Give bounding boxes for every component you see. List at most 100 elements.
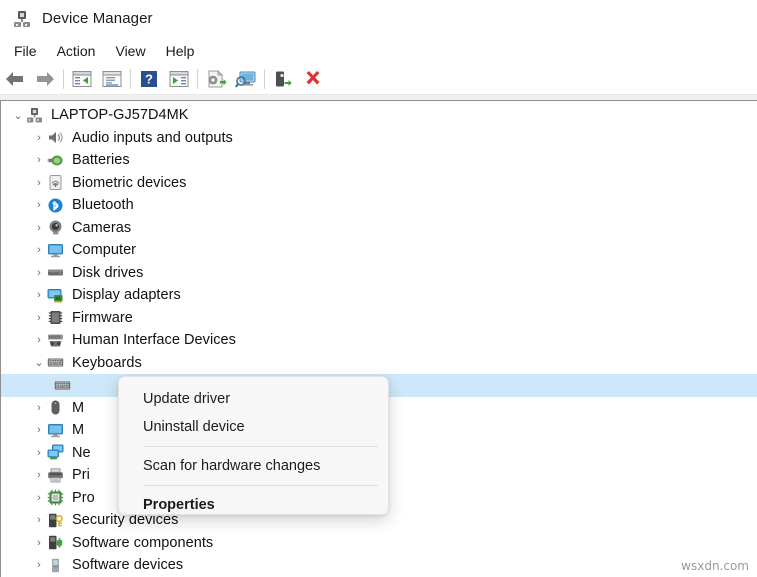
computer-root-icon (25, 106, 43, 124)
tree-item-label: Display adapters (72, 287, 181, 303)
chevron-right-icon[interactable]: › (32, 172, 46, 194)
chevron-right-icon[interactable]: › (32, 127, 46, 149)
monitor-icon (46, 421, 64, 439)
chevron-down-icon[interactable]: ⌄ (11, 104, 25, 126)
tree-item-label: Pri (72, 467, 90, 483)
tree-item-firmware[interactable]: › Firmware (1, 307, 757, 330)
tree-item-label: Software components (72, 535, 213, 551)
tree-item-disk-drives[interactable]: › Disk drives (1, 262, 757, 285)
tree-item-hid[interactable]: › Human Interface Devices (1, 329, 757, 352)
tree-item-keyboards[interactable]: ⌄ Keyboards (1, 352, 757, 375)
toolbar-separator-4 (264, 69, 265, 89)
tree-item-label: Ne (72, 445, 91, 461)
tree-item-label: Keyboards (72, 355, 142, 371)
hid-icon (46, 331, 64, 349)
tree-item-label: Disk drives (72, 265, 143, 281)
ctx-update-driver[interactable]: Update driver (119, 385, 388, 413)
toolbar-separator-1 (63, 69, 64, 89)
chevron-down-icon[interactable]: ⌄ (32, 352, 46, 374)
chevron-right-icon[interactable]: › (32, 442, 46, 464)
speaker-icon (46, 129, 64, 147)
menu-bar: File Action View Help (0, 37, 757, 64)
window-title: Device Manager (42, 10, 153, 27)
camera-icon (46, 219, 64, 237)
tree-root-label: LAPTOP-GJ57D4MK (51, 107, 188, 123)
tree-item-audio[interactable]: › Audio inputs and outputs (1, 127, 757, 150)
tree-item-biometric[interactable]: › Biometric devices (1, 172, 757, 195)
back-icon[interactable] (0, 66, 30, 92)
chevron-right-icon[interactable]: › (32, 419, 46, 441)
tree-item-label: Human Interface Devices (72, 332, 236, 348)
show-hide-action-pane-icon[interactable] (164, 66, 194, 92)
menu-file[interactable]: File (4, 40, 47, 62)
toolbar-separator-3 (197, 69, 198, 89)
help-icon[interactable]: ? (134, 66, 164, 92)
menu-action[interactable]: Action (47, 40, 106, 62)
tree-item-label: Cameras (72, 220, 131, 236)
mouse-icon (46, 399, 64, 417)
tree-item-label: Batteries (72, 152, 130, 168)
tree-item-software-devices[interactable]: › Software devices (1, 554, 757, 577)
tree-item-label: Software devices (72, 557, 183, 573)
chevron-right-icon[interactable]: › (32, 487, 46, 509)
chevron-right-icon[interactable]: › (32, 262, 46, 284)
display-adapter-icon (46, 286, 64, 304)
update-driver-icon[interactable] (201, 66, 231, 92)
tree-item-label: Audio inputs and outputs (72, 130, 233, 146)
tree-item-label: Bluetooth (72, 197, 134, 213)
disk-drive-icon (46, 264, 64, 282)
svg-text:?: ? (145, 72, 153, 87)
monitor-icon (46, 241, 64, 259)
network-adapter-icon (46, 444, 64, 462)
security-device-icon (46, 511, 64, 529)
toolbar-separator-2 (130, 69, 131, 89)
chevron-right-icon[interactable]: › (32, 284, 46, 306)
tree-item-computer[interactable]: › Computer (1, 239, 757, 262)
ctx-properties[interactable]: Properties (119, 491, 388, 515)
ctx-scan-hardware-changes[interactable]: Scan for hardware changes (119, 452, 388, 480)
tree-item-label: M (72, 400, 84, 416)
battery-icon (46, 151, 64, 169)
context-menu[interactable]: Update driver Uninstall device Scan for … (118, 376, 389, 515)
show-hide-console-tree-icon[interactable] (67, 66, 97, 92)
uninstall-device-icon[interactable] (298, 66, 328, 92)
tree-item-cameras[interactable]: › Cameras (1, 217, 757, 240)
tree-root-row[interactable]: ⌄ LAPTOP-GJ57D4MK (1, 104, 757, 127)
chevron-right-icon[interactable]: › (32, 554, 46, 576)
chevron-right-icon[interactable]: › (32, 509, 46, 531)
scan-hardware-changes-icon[interactable] (231, 66, 261, 92)
chevron-right-icon[interactable]: › (32, 329, 46, 351)
tree-item-software-components[interactable]: › Software components (1, 532, 757, 555)
chevron-right-icon[interactable]: › (32, 397, 46, 419)
keyboard-icon (46, 354, 64, 372)
chevron-right-icon[interactable]: › (32, 464, 46, 486)
chevron-right-icon[interactable]: › (32, 532, 46, 554)
properties-icon[interactable] (97, 66, 127, 92)
processor-icon (46, 489, 64, 507)
tree-item-batteries[interactable]: › Batteries (1, 149, 757, 172)
enable-device-icon[interactable] (268, 66, 298, 92)
ctx-uninstall-device[interactable]: Uninstall device (119, 413, 388, 441)
software-component-icon (46, 534, 64, 552)
menu-help[interactable]: Help (156, 40, 205, 62)
chevron-right-icon[interactable]: › (32, 194, 46, 216)
tree-item-label: Firmware (72, 310, 133, 326)
tree-item-bluetooth[interactable]: › Bluetooth (1, 194, 757, 217)
context-menu-separator-2 (143, 485, 378, 486)
toolbar: ? (0, 64, 757, 94)
menu-view[interactable]: View (105, 40, 155, 62)
tree-item-label: M (72, 422, 84, 438)
firmware-chip-icon (46, 309, 64, 327)
tree-item-display-adapters[interactable]: › Display adapters (1, 284, 757, 307)
chevron-right-icon[interactable]: › (32, 217, 46, 239)
tree-item-label: Computer (72, 242, 136, 258)
chevron-right-icon[interactable]: › (32, 149, 46, 171)
printer-icon (46, 466, 64, 484)
fingerprint-icon (46, 174, 64, 192)
software-device-icon (46, 556, 64, 574)
title-bar: Device Manager (0, 0, 757, 37)
chevron-right-icon[interactable]: › (32, 307, 46, 329)
device-manager-icon (12, 9, 32, 29)
forward-icon[interactable] (30, 66, 60, 92)
chevron-right-icon[interactable]: › (32, 239, 46, 261)
